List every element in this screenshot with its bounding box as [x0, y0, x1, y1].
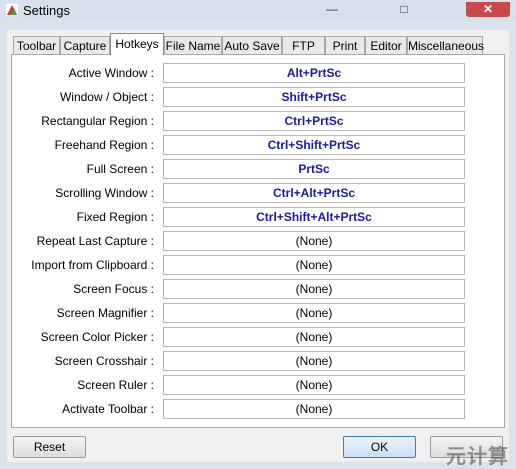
- hotkey-field[interactable]: (None): [163, 375, 465, 395]
- watermark-text: 元计算: [446, 446, 509, 468]
- tab-file-name[interactable]: File Name: [164, 36, 222, 54]
- tab-auto-save[interactable]: Auto Save: [222, 36, 282, 54]
- hotkey-field[interactable]: (None): [163, 351, 465, 371]
- hotkey-field[interactable]: PrtSc: [163, 159, 465, 179]
- hotkey-field[interactable]: (None): [163, 279, 465, 299]
- hotkey-field[interactable]: Ctrl+Shift+PrtSc: [163, 135, 465, 155]
- tab-miscellaneous[interactable]: Miscellaneous: [407, 36, 484, 54]
- app-icon: [5, 3, 19, 17]
- hotkey-label: Screen Magnifier :: [56, 306, 154, 320]
- hotkey-field[interactable]: Ctrl+Shift+Alt+PrtSc: [163, 207, 465, 227]
- tab-print[interactable]: Print: [325, 36, 365, 54]
- hotkey-label: Screen Color Picker :: [40, 330, 154, 344]
- minimize-icon[interactable]: —: [320, 2, 344, 17]
- hotkey-field[interactable]: (None): [163, 231, 465, 251]
- ok-button[interactable]: OK: [343, 436, 416, 458]
- window-title: Settings: [23, 3, 70, 18]
- hotkey-label: Window / Object :: [59, 90, 154, 104]
- hotkey-label: Full Screen :: [86, 162, 154, 176]
- hotkey-label: Activate Toolbar :: [62, 402, 154, 416]
- tab-hotkeys[interactable]: Hotkeys: [110, 33, 164, 55]
- hotkey-label: Active Window :: [68, 66, 154, 80]
- hotkey-label: Rectangular Region :: [41, 114, 154, 128]
- title-bar[interactable]: Settings — □ ✕: [0, 0, 516, 22]
- reset-button[interactable]: Reset: [13, 436, 86, 458]
- hotkey-field[interactable]: Shift+PrtSc: [163, 87, 465, 107]
- hotkey-label: Screen Crosshair :: [54, 354, 154, 368]
- hotkey-field[interactable]: (None): [163, 327, 465, 347]
- hotkey-field[interactable]: (None): [163, 255, 465, 275]
- maximize-icon[interactable]: □: [392, 2, 416, 17]
- hotkey-label: Freehand Region :: [54, 138, 154, 152]
- tab-capture[interactable]: Capture: [60, 36, 110, 54]
- hotkey-label: Screen Ruler :: [77, 378, 154, 392]
- hotkey-field[interactable]: (None): [163, 303, 465, 323]
- settings-window: Settings — □ ✕ Toolbar Capture Hotkeys F…: [0, 0, 516, 469]
- hotkey-label: Screen Focus :: [73, 282, 154, 296]
- hotkey-label: Repeat Last Capture :: [36, 234, 154, 248]
- hotkey-field[interactable]: Ctrl+Alt+PrtSc: [163, 183, 465, 203]
- hotkey-field[interactable]: Alt+PrtSc: [163, 63, 465, 83]
- hotkey-label: Scrolling Window :: [55, 186, 154, 200]
- tab-editor[interactable]: Editor: [365, 36, 407, 54]
- tab-ftp[interactable]: FTP: [282, 36, 325, 54]
- tab-toolbar[interactable]: Toolbar: [13, 36, 60, 54]
- hotkey-field[interactable]: Ctrl+PrtSc: [163, 111, 465, 131]
- hotkey-label: Fixed Region :: [76, 210, 154, 224]
- close-icon[interactable]: ✕: [466, 2, 510, 17]
- hotkey-field[interactable]: (None): [163, 399, 465, 419]
- hotkey-label: Import from Clipboard :: [31, 258, 154, 272]
